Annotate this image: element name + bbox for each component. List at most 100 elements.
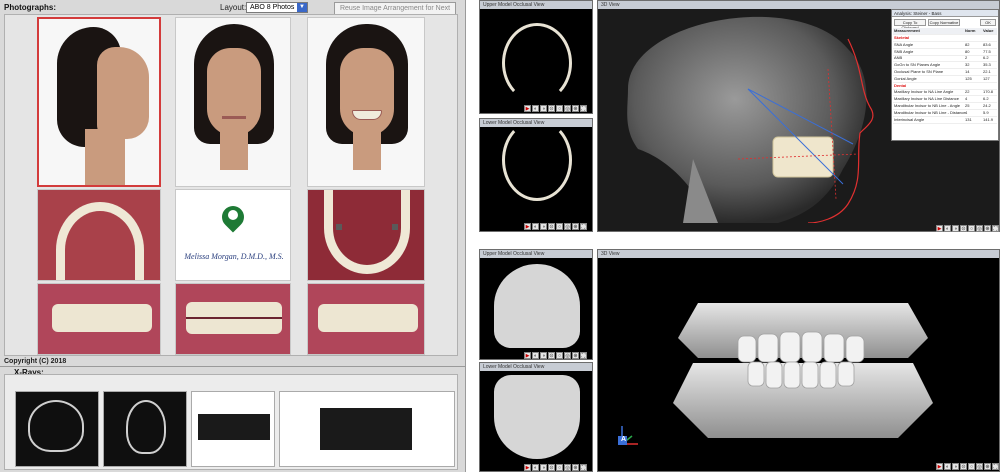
toolbar-button[interactable]: ○ <box>968 225 975 232</box>
measurement-norm: 82 <box>965 41 970 47</box>
toolbar-button[interactable]: ⊙ <box>548 105 555 112</box>
copy-to-clipboard-button[interactable]: Copy To Clipboard <box>894 19 926 30</box>
toolbar-button[interactable]: ○ <box>556 464 563 471</box>
profile-face-shape <box>97 47 149 139</box>
toolbar-button[interactable]: ◑ <box>540 464 547 471</box>
measurement-name: Maxillary Incisor to NA Line Angle <box>894 89 954 95</box>
toolbar-button[interactable]: ⛶ <box>580 105 587 112</box>
upper-occlusal-view[interactable]: Upper Model Occlusal View ▶ ◐ ◑ ⊙ ○ ◎ ⊕ ⛶ <box>479 0 593 114</box>
toolbar-button[interactable]: ◑ <box>540 105 547 112</box>
measurement-value: 141.9 <box>983 116 994 122</box>
upper-model-shape <box>494 264 580 348</box>
measurement-name: Dental <box>894 82 907 88</box>
toolbar-button[interactable]: ◎ <box>976 463 983 470</box>
photo-grid: Melissa Morgan, D.M.D., M.S. <box>4 14 458 356</box>
measurement-name: ANB <box>894 55 903 61</box>
measurement-name: Occlusal Plane to SN Plane <box>894 69 944 74</box>
toolbar-button[interactable]: ⛶ <box>580 464 587 471</box>
photo-lower-occlusal[interactable] <box>307 189 425 281</box>
toolbar-button[interactable]: ◐ <box>532 105 539 112</box>
toolbar-button[interactable]: ⛶ <box>580 223 587 230</box>
toolbar-button[interactable]: ⊕ <box>572 352 579 359</box>
view-toolbar: ▶ ◐ ◑ ⊙ ○ ◎ ⊕ ⛶ <box>936 463 999 470</box>
analysis-table: Measurement Norm Value Skeletal SNA Angle… <box>892 28 998 140</box>
toolbar-button[interactable]: ⊙ <box>548 464 555 471</box>
toolbar-button[interactable]: ◎ <box>564 105 571 112</box>
view-toolbar: ▶ ◐ ◑ ⊙ ○ ◎ ⊕ ⛶ <box>524 223 587 230</box>
toolbar-button[interactable]: ◑ <box>540 352 547 359</box>
toolbar-button[interactable]: ⊙ <box>960 225 967 232</box>
view-toolbar: ▶ ◐ ◑ ⊙ ○ ◎ ⊕ ⛶ <box>524 105 587 112</box>
toolbar-button[interactable]: ⊙ <box>548 352 555 359</box>
toolbar-button[interactable]: ▶ <box>936 463 943 470</box>
view-title: Upper Model Occlusal View <box>480 250 592 258</box>
toolbar-button[interactable]: ⛶ <box>992 225 999 232</box>
toolbar-button[interactable]: ◐ <box>532 223 539 230</box>
xray-panoramic[interactable] <box>191 391 275 467</box>
xray-full-mouth-series[interactable] <box>279 391 455 467</box>
layout-select[interactable]: ABO 8 Photos ▼ <box>246 2 308 13</box>
metal-filling-shape <box>336 224 342 230</box>
photo-frontal-intraoral[interactable] <box>175 283 291 355</box>
toolbar-button[interactable]: ◐ <box>532 464 539 471</box>
measurement-value: 170.8 <box>983 89 994 95</box>
photo-frontal-smile[interactable] <box>307 17 425 187</box>
toolbar-button[interactable]: ▶ <box>524 352 531 359</box>
toolbar-button[interactable]: ⛶ <box>992 463 999 470</box>
measurement-value: 22.1 <box>983 69 991 74</box>
toolbar-button[interactable]: ⊕ <box>572 223 579 230</box>
view-title: Upper Model Occlusal View <box>480 1 592 9</box>
toolbar-button[interactable]: ▶ <box>524 223 531 230</box>
photo-left-buccal[interactable] <box>307 283 425 355</box>
photo-profile[interactable] <box>37 17 161 187</box>
chevron-down-icon[interactable]: ▼ <box>297 3 307 12</box>
toolbar-button[interactable]: ▶ <box>524 105 531 112</box>
toolbar-button[interactable]: ○ <box>968 463 975 470</box>
upper-arch-shape <box>56 202 144 280</box>
toolbar-button[interactable]: ⊙ <box>548 223 555 230</box>
toolbar-button[interactable]: ◎ <box>564 223 571 230</box>
toolbar-button[interactable]: ⊕ <box>984 225 991 232</box>
xray-strip <box>4 374 458 470</box>
ok-button[interactable]: OK <box>980 19 996 26</box>
toolbar-button[interactable]: ○ <box>556 352 563 359</box>
toolbar-button[interactable]: ⊙ <box>960 463 967 470</box>
toolbar-button[interactable]: ◐ <box>944 463 951 470</box>
toolbar-button[interactable]: ◑ <box>952 463 959 470</box>
toolbar-button[interactable]: ◎ <box>564 352 571 359</box>
panoramic-film-shape <box>198 414 270 440</box>
toolbar-button[interactable]: ▶ <box>524 464 531 471</box>
toolbar-button[interactable]: ◎ <box>976 225 983 232</box>
doctor-name: Melissa Morgan, D.M.D., M.S. <box>184 252 284 261</box>
photo-frontal-relaxed[interactable] <box>175 17 291 187</box>
lower-model-view[interactable]: Lower Model Occlusal View ▶ ◐ ◑ ⊙ ○ ◎ ⊕ ⛶ <box>479 362 593 472</box>
copy-normative-button[interactable]: Copy Normative <box>928 19 960 26</box>
upper-model-view[interactable]: Upper Model Occlusal View ▶ ◐ ◑ ⊙ ○ ◎ ⊕ ⛶ <box>479 249 593 360</box>
model-3d-view[interactable]: 3D View A ▶ ◐ ◑ ⊙ ○ ◎ ⊕ ⛶ <box>597 249 1000 472</box>
toolbar-button[interactable]: ◐ <box>944 225 951 232</box>
photo-right-buccal[interactable] <box>37 283 161 355</box>
xray-lateral-ceph[interactable] <box>15 391 99 467</box>
layout-select-value: ABO 8 Photos <box>250 4 295 11</box>
lower-arch-model <box>502 119 572 201</box>
toolbar-button[interactable]: ⊕ <box>572 105 579 112</box>
flower-petal-icon <box>228 210 238 220</box>
xray-pa-ceph[interactable] <box>103 391 187 467</box>
analysis-window[interactable]: Analysis: Steiner - Bass Copy To Clipboa… <box>891 9 999 141</box>
toolbar-button[interactable]: ⛶ <box>580 352 587 359</box>
measurement-norm: 4 <box>965 109 968 115</box>
lower-occlusal-view[interactable]: Lower Model Occlusal View ▶ ◐ ◑ ⊙ ○ ◎ ⊕ ⛶ <box>479 118 593 232</box>
toolbar-button[interactable]: ○ <box>556 223 563 230</box>
analysis-measurement-row: Interincisal Angle 131 141.9 <box>893 117 997 124</box>
measurement-value: 83.6 <box>983 41 991 47</box>
toolbar-button[interactable]: ⊕ <box>984 463 991 470</box>
toolbar-button[interactable]: ◑ <box>952 225 959 232</box>
toolbar-button[interactable]: ▶ <box>936 225 943 232</box>
toolbar-button[interactable]: ◐ <box>532 352 539 359</box>
toolbar-button[interactable]: ⊕ <box>572 464 579 471</box>
photo-upper-occlusal[interactable] <box>37 189 161 281</box>
metal-filling-shape <box>392 224 398 230</box>
toolbar-button[interactable]: ◎ <box>564 464 571 471</box>
toolbar-button[interactable]: ◑ <box>540 223 547 230</box>
toolbar-button[interactable]: ○ <box>556 105 563 112</box>
